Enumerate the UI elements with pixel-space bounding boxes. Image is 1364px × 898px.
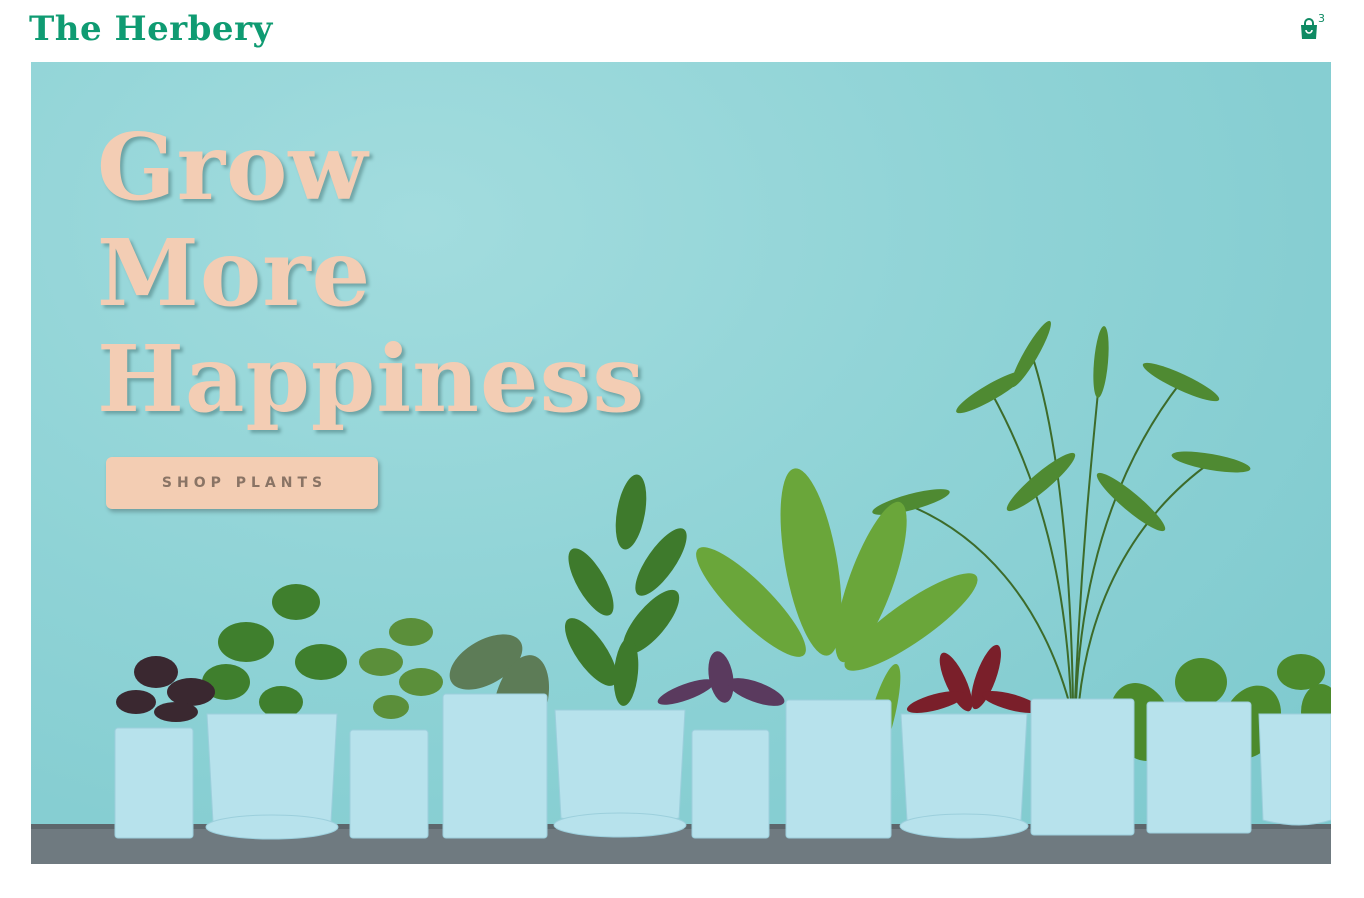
- hero-headline: Grow More Happiness: [97, 114, 645, 432]
- site-header: The Herbery 3: [0, 0, 1364, 62]
- brand-logo[interactable]: The Herbery: [29, 6, 273, 52]
- shopping-bag-icon: [1301, 18, 1317, 39]
- headline-line-3: Happiness: [97, 325, 646, 433]
- cart-button[interactable]: 3: [1296, 12, 1330, 44]
- headline-line-1: Grow: [97, 113, 369, 221]
- headline-line-2: More: [97, 219, 372, 327]
- cart-count-badge: 3: [1318, 12, 1325, 25]
- hero-banner: Grow More Happiness SHOP PLANTS: [31, 62, 1331, 864]
- shop-plants-button[interactable]: SHOP PLANTS: [106, 457, 378, 509]
